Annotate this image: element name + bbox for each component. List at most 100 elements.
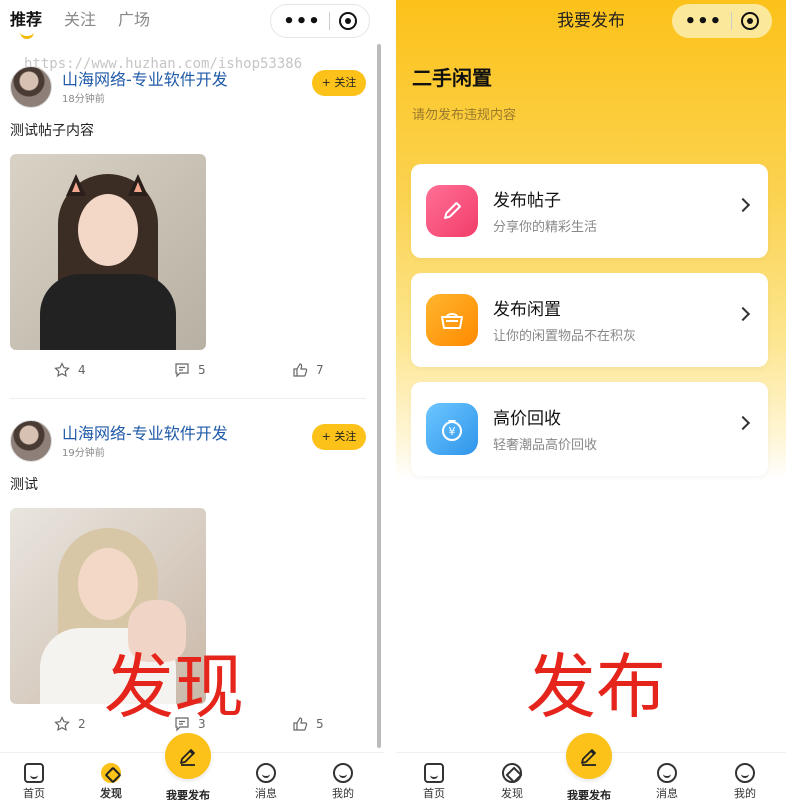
tabbar-messages[interactable]: 消息 bbox=[637, 763, 697, 800]
tabbar-home[interactable]: 首页 bbox=[4, 763, 64, 800]
publish-label[interactable]: 我要发布 bbox=[549, 787, 629, 800]
close-target-icon[interactable] bbox=[338, 12, 357, 30]
avatar[interactable] bbox=[10, 66, 52, 108]
card-title: 发布帖子 bbox=[493, 191, 561, 211]
star-count: 4 bbox=[78, 363, 86, 377]
capsule-divider bbox=[731, 12, 733, 30]
card-title: 高价回收 bbox=[493, 409, 561, 429]
compass-icon bbox=[502, 763, 522, 783]
post-header: 山海网络-专业软件开发 19分钟前 + 关注 bbox=[10, 420, 368, 464]
message-icon bbox=[256, 763, 276, 783]
tabbar-label: 发现 bbox=[100, 787, 122, 800]
bottom-tab-bar: 首页 发现 我要发布 消息 我的 bbox=[396, 733, 786, 800]
section-heading: 二手闲置 bbox=[412, 66, 492, 90]
basket-icon bbox=[426, 294, 478, 346]
tabbar-label: 我的 bbox=[734, 787, 756, 800]
like-action[interactable]: 5 bbox=[292, 716, 324, 732]
card-title: 发布闲置 bbox=[493, 300, 561, 320]
like-count: 5 bbox=[316, 717, 324, 731]
tab-square[interactable]: 广场 bbox=[118, 6, 150, 30]
follow-button[interactable]: + 关注 bbox=[312, 70, 366, 96]
home-icon bbox=[24, 763, 44, 783]
mini-program-capsule: ••• bbox=[270, 4, 370, 38]
tabbar-label: 消息 bbox=[656, 787, 678, 800]
tabbar-home[interactable]: 首页 bbox=[404, 763, 464, 800]
comment-count: 5 bbox=[198, 363, 206, 377]
tabbar-mine[interactable]: 我的 bbox=[715, 763, 775, 800]
recycle-card[interactable]: ¥ 高价回收 轻奢潮品高价回收 bbox=[411, 382, 768, 476]
follow-button[interactable]: + 关注 bbox=[312, 424, 366, 450]
author-name[interactable]: 山海网络-专业软件开发 bbox=[62, 66, 228, 90]
comment-icon bbox=[174, 362, 190, 378]
card-desc: 让你的闲置物品不在积灰 bbox=[493, 329, 637, 344]
tabbar-label: 发现 bbox=[501, 787, 523, 800]
tabbar-discover[interactable]: 发现 bbox=[81, 763, 141, 800]
star-count: 2 bbox=[78, 717, 86, 731]
post-time: 18分钟前 bbox=[62, 94, 105, 105]
cat-ear-left bbox=[66, 174, 86, 196]
capsule-divider bbox=[329, 12, 331, 30]
svg-text:¥: ¥ bbox=[449, 425, 456, 438]
post-header: 山海网络-专业软件开发 18分钟前 + 关注 bbox=[10, 66, 368, 110]
publish-label[interactable]: 我要发布 bbox=[148, 787, 228, 800]
post-text: 测试 bbox=[10, 477, 38, 493]
profile-icon bbox=[735, 763, 755, 783]
card-desc: 轻奢潮品高价回收 bbox=[493, 438, 598, 453]
publish-fab[interactable] bbox=[165, 733, 211, 779]
pencil-icon bbox=[180, 749, 195, 766]
publish-post-card[interactable]: 发布帖子 分享你的精彩生活 bbox=[411, 164, 768, 258]
more-icon[interactable]: ••• bbox=[685, 11, 723, 32]
chevron-right-icon bbox=[735, 415, 751, 431]
tabbar-discover[interactable]: 发现 bbox=[482, 763, 542, 800]
pencil-icon bbox=[426, 185, 478, 237]
feed-tabs: 推荐 关注 广场 bbox=[10, 6, 150, 39]
post-card[interactable]: 山海网络-专业软件开发 18分钟前 + 关注 测试帖子内容 bbox=[10, 66, 368, 350]
like-count: 7 bbox=[316, 363, 324, 377]
overlay-label: 发布 bbox=[526, 646, 666, 728]
photo-face bbox=[78, 548, 138, 620]
star-icon bbox=[54, 362, 70, 378]
star-action[interactable]: 2 bbox=[54, 716, 86, 732]
mini-program-capsule: ••• bbox=[672, 4, 772, 38]
tabbar-messages[interactable]: 消息 bbox=[236, 763, 296, 800]
section-subheading: 请勿发布违规内容 bbox=[412, 108, 517, 123]
screen-divider bbox=[384, 0, 396, 800]
tab-recommended[interactable]: 推荐 bbox=[10, 6, 42, 39]
card-desc: 分享你的精彩生活 bbox=[493, 220, 598, 235]
post-time: 19分钟前 bbox=[62, 448, 105, 459]
tabbar-label: 消息 bbox=[255, 787, 277, 800]
like-action[interactable]: 7 bbox=[292, 362, 324, 378]
star-action[interactable]: 4 bbox=[54, 362, 86, 378]
compass-icon bbox=[101, 763, 121, 783]
pencil-icon bbox=[581, 749, 596, 766]
tabbar-mine[interactable]: 我的 bbox=[313, 763, 373, 800]
profile-icon bbox=[333, 763, 353, 783]
close-target-icon[interactable] bbox=[741, 12, 760, 30]
publish-fab[interactable] bbox=[566, 733, 612, 779]
tab-following[interactable]: 关注 bbox=[64, 6, 96, 30]
cat-ear-right bbox=[128, 174, 148, 196]
bottom-tab-bar: 首页 发现 我要发布 消息 我的 bbox=[0, 733, 384, 800]
discover-screen: 推荐 关注 广场 ••• https://www.huzhan.com/isho… bbox=[0, 0, 384, 800]
publish-screen: 我要发布 ••• 二手闲置 请勿发布违规内容 发布帖子 分享你的精彩生活 发布闲… bbox=[396, 0, 786, 800]
chevron-right-icon bbox=[735, 306, 751, 322]
overlay-label: 发现 bbox=[104, 646, 244, 728]
photo-body bbox=[40, 274, 176, 350]
message-icon bbox=[657, 763, 677, 783]
post-actions: 4 5 7 bbox=[0, 362, 358, 386]
post-photo[interactable] bbox=[10, 154, 206, 350]
publish-idle-card[interactable]: 发布闲置 让你的闲置物品不在积灰 bbox=[411, 273, 768, 367]
thumbs-up-icon bbox=[292, 716, 308, 732]
star-icon bbox=[54, 716, 70, 732]
post-divider bbox=[10, 398, 366, 399]
more-icon[interactable]: ••• bbox=[283, 11, 321, 32]
thumbs-up-icon bbox=[292, 362, 308, 378]
photo-face bbox=[78, 194, 138, 266]
tabbar-label: 首页 bbox=[23, 787, 45, 800]
avatar[interactable] bbox=[10, 420, 52, 462]
money-bag-icon: ¥ bbox=[426, 403, 478, 455]
author-name[interactable]: 山海网络-专业软件开发 bbox=[62, 420, 228, 444]
comment-action[interactable]: 5 bbox=[174, 362, 206, 378]
tabbar-label: 我的 bbox=[332, 787, 354, 800]
scrollbar[interactable] bbox=[377, 44, 381, 748]
